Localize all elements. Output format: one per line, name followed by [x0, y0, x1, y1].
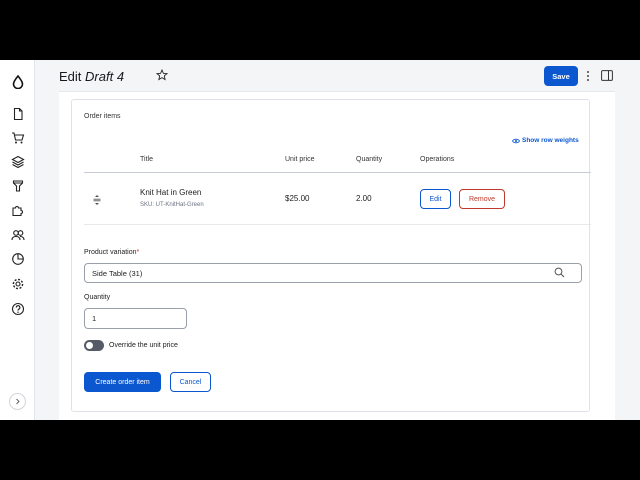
item-unit-price: $25.00	[285, 194, 310, 203]
required-mark: *	[136, 249, 140, 256]
search-icon[interactable]	[554, 267, 565, 278]
cancel-button[interactable]: Cancel	[170, 372, 211, 392]
drop-logo-icon[interactable]	[9, 73, 26, 90]
pie-chart-icon[interactable]	[9, 250, 26, 267]
cart-icon[interactable]	[9, 129, 26, 146]
users-icon[interactable]	[9, 226, 26, 243]
product-variation-value: Side Table (31)	[92, 268, 143, 278]
puzzle-icon[interactable]	[9, 201, 26, 218]
column-header-unit-price: Unit price	[285, 156, 315, 163]
quantity-value: 1	[92, 314, 97, 323]
title-prefix: Edit	[59, 69, 82, 84]
save-button[interactable]: Save	[544, 66, 578, 86]
star-icon[interactable]	[156, 69, 168, 81]
kebab-icon[interactable]	[585, 69, 591, 83]
chevron-right-icon	[16, 398, 20, 405]
column-header-quantity: Quantity	[356, 156, 383, 163]
override-price-label: Override the unit price	[109, 342, 178, 349]
drag-handle-icon[interactable]	[92, 194, 102, 206]
quantity-label: Quantity	[84, 294, 111, 301]
eye-icon	[512, 138, 520, 143]
item-sku: SKU: UT-KnitHat-Green	[140, 202, 204, 208]
layers-icon[interactable]	[9, 153, 26, 170]
top-bar: Edit Draft 4 Save	[35, 60, 640, 93]
quantity-input[interactable]: 1	[84, 308, 187, 329]
app-screen: Edit Draft 4 Save Order items Show row w…	[0, 60, 640, 420]
sidebar-expand-button[interactable]	[9, 393, 26, 410]
item-title: Knit Hat in Green	[140, 188, 202, 197]
gear-icon[interactable]	[9, 275, 26, 292]
show-row-weights-label: Show row weights	[522, 137, 579, 144]
sidebar-panel-icon[interactable]	[601, 70, 613, 81]
remove-button[interactable]: Remove	[459, 189, 505, 209]
funnel-icon[interactable]	[9, 177, 26, 194]
document-icon[interactable]	[9, 105, 26, 122]
table-header-divider	[84, 172, 591, 173]
order-items-card: Order items Show row weights Title Unit …	[71, 99, 591, 412]
section-title: Order items	[84, 113, 121, 120]
item-quantity: 2.00	[356, 194, 372, 203]
column-header-operations: Operations	[420, 156, 455, 163]
column-header-title: Title	[140, 156, 153, 163]
help-icon[interactable]	[9, 300, 26, 317]
create-order-item-button[interactable]: Create order item	[84, 372, 161, 392]
sidebar	[0, 60, 35, 420]
product-variation-label: Product variation*	[84, 249, 140, 256]
table-row-divider	[84, 224, 591, 225]
page-title: Edit Draft 4	[59, 69, 124, 84]
edit-button[interactable]: Edit	[420, 189, 451, 209]
title-draft-name: Draft 4	[85, 69, 125, 84]
main-content: Order items Show row weights Title Unit …	[59, 91, 615, 420]
show-row-weights-link[interactable]: Show row weights	[512, 137, 579, 144]
product-variation-input[interactable]: Side Table (31)	[84, 263, 582, 283]
override-price-toggle[interactable]	[84, 340, 104, 351]
